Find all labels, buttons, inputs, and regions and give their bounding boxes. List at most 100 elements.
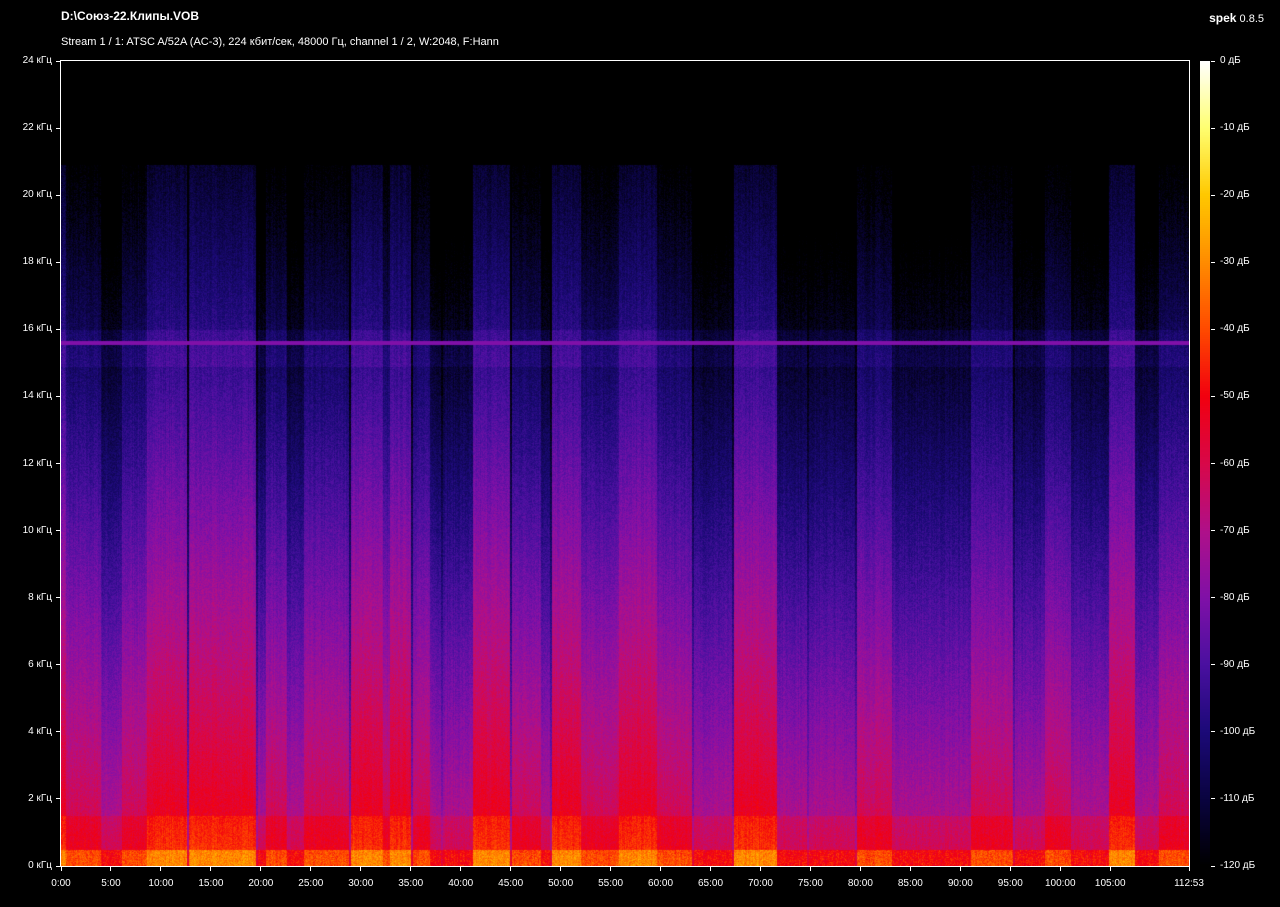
x-tick xyxy=(660,866,662,871)
colorbar-tick-label: 0 дБ xyxy=(1220,55,1241,66)
x-tick-label: 100:00 xyxy=(1044,878,1076,889)
x-tick-label: 45:00 xyxy=(498,878,524,889)
y-tick-label: 4 кГц xyxy=(28,725,52,737)
x-tick xyxy=(759,866,761,871)
x-tick-label: 5:00 xyxy=(101,878,121,889)
colorbar-tick-label: -10 дБ xyxy=(1220,122,1250,134)
x-tick xyxy=(460,866,462,871)
x-tick-label: 75:00 xyxy=(797,878,823,889)
colorbar-tick-label: -20 дБ xyxy=(1220,189,1250,201)
colorbar-tick xyxy=(1211,395,1215,397)
colorbar-tick xyxy=(1211,731,1215,733)
y-tick-label: 6 кГц xyxy=(28,658,52,670)
x-tick-label: 60:00 xyxy=(648,878,674,889)
colorbar-tick-label: -100 дБ xyxy=(1220,725,1256,737)
colorbar-tick-label: -50 дБ xyxy=(1220,390,1250,402)
colorbar xyxy=(1200,61,1210,866)
x-tick-label: 10:00 xyxy=(148,878,174,889)
x-tick-label: 80:00 xyxy=(847,878,873,889)
x-tick-label: 35:00 xyxy=(398,878,424,889)
y-tick xyxy=(56,597,61,599)
y-tick-label: 18 кГц xyxy=(22,256,52,268)
x-tick xyxy=(60,866,62,871)
x-tick-label: 90:00 xyxy=(947,878,973,889)
x-tick xyxy=(809,866,811,871)
colorbar-tick-label: -120 дБ xyxy=(1220,860,1256,871)
x-tick-label: 65:00 xyxy=(698,878,724,889)
stream-info: Stream 1 / 1: ATSC A/52A (AC-3), 224 кби… xyxy=(61,36,499,48)
y-tick-label: 14 кГц xyxy=(22,390,52,402)
x-tick-label: 55:00 xyxy=(598,878,624,889)
colorbar-tick-label: -30 дБ xyxy=(1220,256,1250,268)
x-tick-label: 70:00 xyxy=(747,878,773,889)
x-tick xyxy=(859,866,861,871)
x-tick-label: 20:00 xyxy=(248,878,274,889)
x-tick xyxy=(410,866,412,871)
x-tick xyxy=(310,866,312,871)
y-tick xyxy=(56,530,61,532)
app-name: spek xyxy=(1209,11,1237,25)
colorbar-tick xyxy=(1211,328,1215,330)
colorbar-tick xyxy=(1211,261,1215,263)
y-tick-label: 0 кГц xyxy=(28,860,52,871)
colorbar-tick xyxy=(1211,530,1215,532)
colorbar-tick xyxy=(1211,60,1215,62)
file-title: D:\Союз-22.Клипы.VOB xyxy=(61,9,200,23)
x-tick xyxy=(909,866,911,871)
colorbar-tick-label: -110 дБ xyxy=(1220,792,1255,804)
y-tick xyxy=(56,261,61,263)
x-tick-label: 105:00 xyxy=(1094,878,1126,889)
x-tick-label: 0:00 xyxy=(51,878,71,889)
x-tick xyxy=(360,866,362,871)
x-tick xyxy=(560,866,562,871)
x-tick-label: 25:00 xyxy=(298,878,324,889)
y-tick xyxy=(56,395,61,397)
x-tick xyxy=(210,866,212,871)
x-tick xyxy=(1009,866,1011,871)
y-tick xyxy=(56,328,61,330)
colorbar-tick xyxy=(1211,463,1215,464)
colorbar-tick xyxy=(1211,865,1215,867)
x-tick xyxy=(710,866,712,871)
app-brand: spek 0.8.5 xyxy=(1209,11,1264,25)
y-tick-label: 16 кГц xyxy=(22,323,52,335)
y-tick-label: 10 кГц xyxy=(22,524,52,536)
y-tick xyxy=(56,865,61,867)
colorbar-tick xyxy=(1211,127,1215,129)
x-tick-label: 40:00 xyxy=(448,878,474,889)
colorbar-tick xyxy=(1211,664,1215,666)
spectrogram[interactable] xyxy=(61,61,1189,866)
x-tick xyxy=(510,866,512,871)
y-tick-label: 8 кГц xyxy=(28,591,52,603)
x-tick xyxy=(1059,866,1061,871)
x-tick xyxy=(1109,866,1111,871)
y-tick xyxy=(56,194,61,196)
y-tick-label: 12 кГц xyxy=(22,457,52,469)
x-tick-label: 15:00 xyxy=(198,878,224,889)
colorbar-tick-label: -80 дБ xyxy=(1220,591,1250,603)
colorbar-tick-label: -40 дБ xyxy=(1220,323,1250,335)
y-tick-label: 20 кГц xyxy=(22,189,52,201)
colorbar-tick xyxy=(1211,798,1215,800)
y-tick-label: 2 кГц xyxy=(28,792,52,804)
colorbar-tick-label: -90 дБ xyxy=(1220,658,1250,670)
x-tick xyxy=(110,866,112,871)
x-tick-label: 95:00 xyxy=(997,878,1023,889)
y-tick xyxy=(56,798,61,800)
x-tick-label: 112:53 xyxy=(1174,878,1204,889)
app-version: 0.8.5 xyxy=(1239,13,1264,25)
x-tick xyxy=(959,866,961,871)
y-tick-label: 22 кГц xyxy=(22,122,52,134)
colorbar-tick xyxy=(1211,597,1215,599)
y-tick xyxy=(56,127,61,129)
x-tick xyxy=(160,866,162,871)
x-tick xyxy=(610,866,612,871)
x-tick-label: 85:00 xyxy=(897,878,923,889)
x-tick xyxy=(260,866,262,871)
x-tick-label: 50:00 xyxy=(548,878,574,889)
y-tick-label: 24 кГц xyxy=(22,55,52,66)
colorbar-tick xyxy=(1211,194,1215,196)
y-tick xyxy=(56,60,61,62)
y-tick xyxy=(56,731,61,733)
y-tick xyxy=(56,463,61,464)
